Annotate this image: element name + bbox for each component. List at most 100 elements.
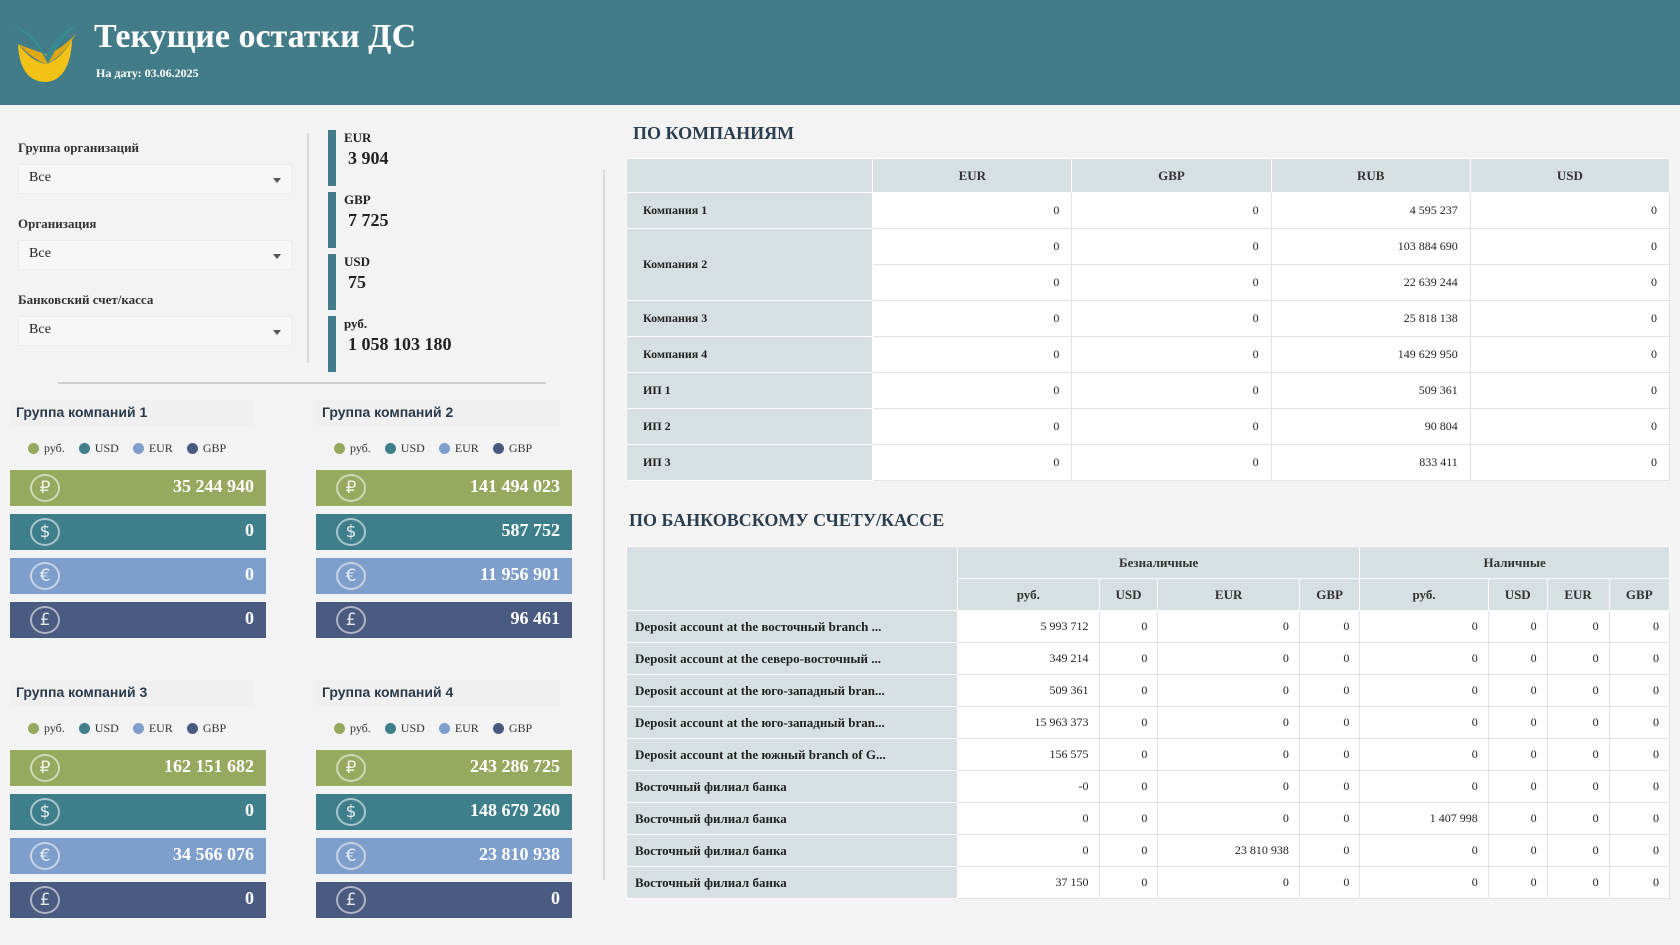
column-header xyxy=(626,546,958,611)
legend-item: EUR xyxy=(132,718,173,738)
legend-dot-icon xyxy=(334,722,345,734)
table-cell: 0 xyxy=(1157,866,1300,899)
table-row: Восточный филиал банка 0 0 23 810 938 0 0 0 0 0 xyxy=(626,834,1671,867)
table-cell: 0 xyxy=(1608,610,1671,643)
chevron-down-icon xyxy=(273,254,281,259)
currency-card-rub: ₽35 244 940 xyxy=(10,470,266,506)
legend-label: USD xyxy=(400,720,425,735)
table-row: Компания 1004 595 237 0 xyxy=(625,192,1671,229)
legend-label: GBP xyxy=(508,720,533,735)
card-amount: 587 752 xyxy=(501,520,561,540)
total-eur: EUR 3 904 xyxy=(328,130,452,192)
table-cell: 0 xyxy=(872,300,1073,337)
row-label: Восточный филиал банка xyxy=(626,866,958,899)
chevron-down-icon xyxy=(273,178,281,183)
currency-card-usd: $148 679 260 xyxy=(316,794,572,830)
legend-item: USD xyxy=(384,718,425,738)
table-cell: 0 xyxy=(1546,834,1610,867)
table-cell: 0 xyxy=(1298,674,1361,707)
total-currency: руб. xyxy=(344,316,368,331)
legend-dot-icon xyxy=(186,722,198,734)
legend-item: USD xyxy=(384,438,425,458)
legend-label: EUR xyxy=(148,440,173,455)
companies-table: EUR GBP RUB USD Компания 1004 595 237 0 Ко… xyxy=(625,158,1671,481)
card-amount: 0 xyxy=(245,888,254,908)
column-header: EUR xyxy=(872,158,1073,193)
filter-organization: Организация Все xyxy=(18,216,294,270)
row-label: Deposit account at the северо-восточный … xyxy=(626,642,958,675)
organization-dropdown[interactable]: Все xyxy=(18,240,292,270)
card-amount: 0 xyxy=(245,608,254,628)
legend-item: GBP xyxy=(492,718,533,738)
row-label: Восточный филиал банка xyxy=(626,834,958,867)
table-cell: 4 595 237 xyxy=(1270,192,1471,229)
table-cell: 0 xyxy=(1359,738,1489,771)
table-cell: 0 xyxy=(1359,674,1489,707)
table-cell: 22 639 244 xyxy=(1270,264,1471,301)
column-header xyxy=(625,158,874,193)
card-amount: 162 151 682 xyxy=(164,756,254,776)
company-group-panel: Группа компаний 3 руб. USD EUR GBP ₽162 151 6… xyxy=(10,680,266,926)
filter-label: Банковский счет/касса xyxy=(18,292,154,307)
legend-dot-icon xyxy=(28,722,39,734)
total-usd: USD 75 xyxy=(328,254,452,316)
column-header: RUB xyxy=(1270,158,1471,193)
table-cell: 0 xyxy=(957,834,1100,867)
table-row: Восточный филиал банка 0 0 0 0 1 407 998 0 0 0 xyxy=(626,802,1671,835)
currency-card-rub: ₽243 286 725 xyxy=(316,750,572,786)
table-cell: 0 xyxy=(1469,336,1671,373)
total-bar xyxy=(328,254,336,310)
table-cell: 103 884 690 xyxy=(1270,228,1471,265)
table-cell: 1 407 998 xyxy=(1359,802,1489,835)
legend-dot-icon xyxy=(186,442,198,454)
table-cell: 0 xyxy=(1359,706,1489,739)
total-currency: EUR xyxy=(344,130,372,145)
eur-coin-icon: € xyxy=(30,842,60,870)
currency-card-usd: $0 xyxy=(10,514,266,550)
group-title: Группа компаний 4 xyxy=(316,680,560,706)
table-cell: 0 xyxy=(1608,866,1671,899)
table-cell: 0 xyxy=(1469,300,1671,337)
table-cell: 0 xyxy=(1608,770,1671,803)
table-cell: 0 xyxy=(1098,834,1159,867)
column-header: EUR xyxy=(1546,578,1610,611)
table-cell: 0 xyxy=(1487,834,1548,867)
table-cell: 0 xyxy=(1487,674,1548,707)
card-amount: 96 461 xyxy=(510,608,561,628)
table-cell: 833 411 xyxy=(1270,444,1471,481)
table-row: Deposit account at the северо-восточный … xyxy=(626,642,1671,675)
table-cell: 0 xyxy=(1469,264,1671,301)
legend-label: USD xyxy=(94,720,119,735)
table-cell: 0 xyxy=(872,336,1073,373)
report-date: На дату: 03.06.2025 xyxy=(96,66,199,80)
table-cell: 0 xyxy=(1608,674,1671,707)
currency-legend: руб. USD EUR GBP xyxy=(10,438,266,458)
table-cell: 0 xyxy=(1469,444,1671,481)
table-cell: 0 xyxy=(1487,802,1548,835)
table-cell: 156 575 xyxy=(957,738,1100,771)
table-cell: -0 xyxy=(957,770,1100,803)
eur-coin-icon: € xyxy=(30,562,60,590)
currency-card-usd: $0 xyxy=(10,794,266,830)
table-cell: 0 xyxy=(1487,738,1548,771)
currency-card-gbp: £0 xyxy=(10,602,266,638)
table-cell: 509 361 xyxy=(957,674,1100,707)
currency-totals: EUR 3 904 GBP 7 725 USD 75 руб. 1 058 10… xyxy=(328,130,452,378)
org-group-dropdown[interactable]: Все xyxy=(18,164,292,194)
table-cell: 5 993 712 xyxy=(957,610,1100,643)
table-cell: 0 xyxy=(872,372,1073,409)
card-amount: 0 xyxy=(245,520,254,540)
gbp-coin-icon: £ xyxy=(30,886,60,914)
card-amount: 34 566 076 xyxy=(173,844,254,864)
total-amount: 1 058 103 180 xyxy=(348,334,452,354)
row-label: Компания 4 xyxy=(625,336,874,373)
row-label: Deposit account at the восточный branch … xyxy=(626,610,958,643)
divider xyxy=(307,133,309,363)
chevron-down-icon xyxy=(273,330,281,335)
gbp-coin-icon: £ xyxy=(30,606,60,634)
table-cell: 0 xyxy=(1487,770,1548,803)
table-cell: 23 810 938 xyxy=(1157,834,1300,867)
table-cell: 0 xyxy=(1359,642,1489,675)
account-dropdown[interactable]: Все xyxy=(18,316,292,346)
table-cell: 0 xyxy=(1608,642,1671,675)
